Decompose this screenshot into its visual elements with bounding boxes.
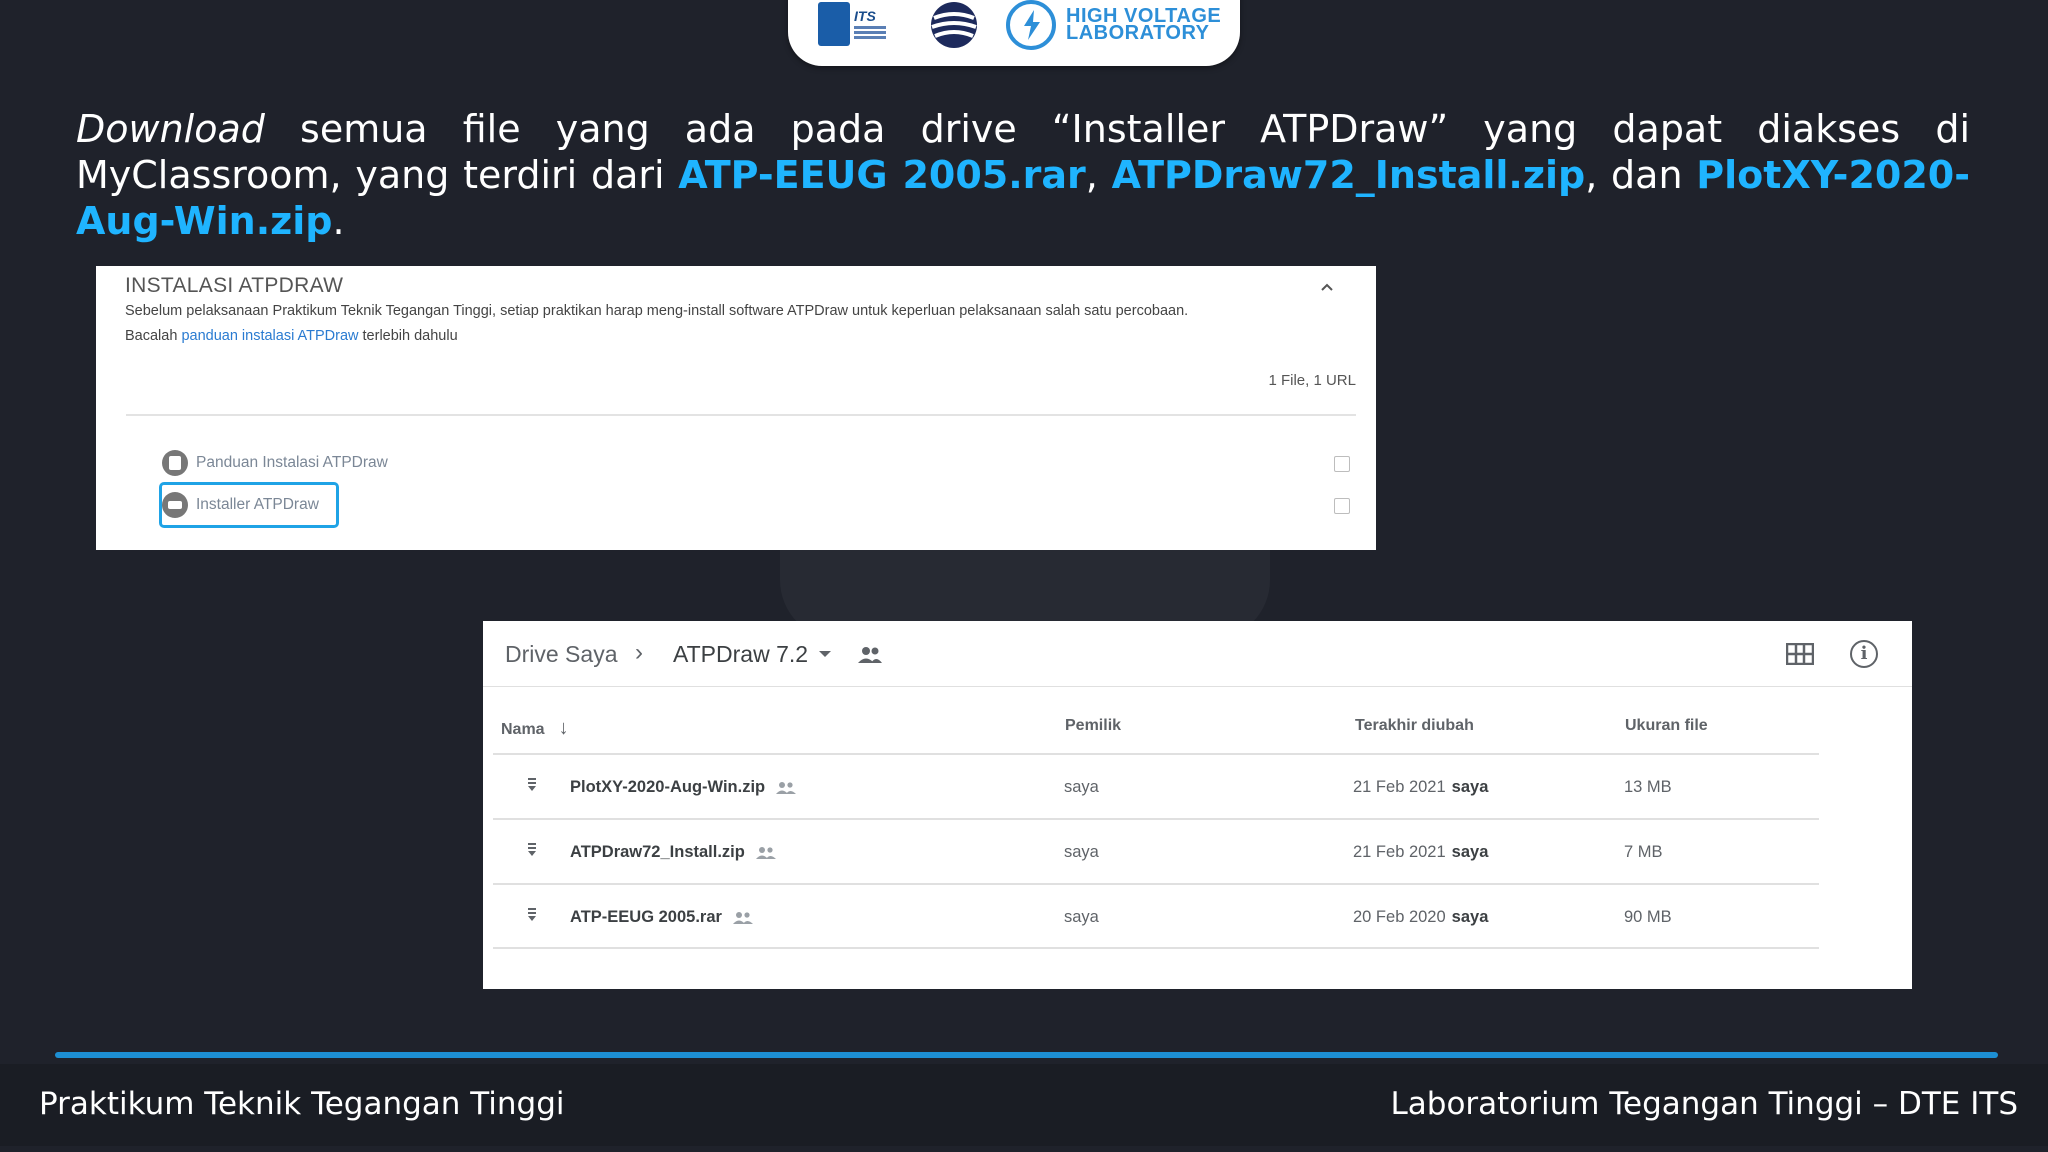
shared-icon (776, 781, 797, 794)
file-name: ATP-EEUG 2005.rar (570, 908, 722, 926)
footer-lab-name: Laboratorium Tegangan Tinggi – DTE ITS (1390, 1086, 2019, 1122)
completion-checkbox[interactable] (1334, 456, 1350, 472)
breadcrumb-root[interactable]: Drive Saya (505, 641, 617, 668)
globe-logo-icon (931, 2, 977, 48)
shared-icon (755, 846, 776, 859)
caret-down-icon[interactable] (819, 651, 831, 657)
shared-people-icon[interactable] (857, 645, 883, 665)
high-voltage-lab-logo: HIGH VOLTAGE LABORATORY (1006, 0, 1226, 50)
file-size: 7 MB (1624, 843, 1663, 861)
resource-item-guide[interactable]: Panduan Instalasi ATPDraw (162, 448, 388, 478)
file-row[interactable]: PlotXY-2020-Aug-Win.zip saya 21 Feb 2021… (483, 754, 1912, 818)
file-modified: 21 Feb 2021 saya (1353, 778, 1489, 796)
file-owner: saya (1064, 908, 1099, 926)
file-owner: saya (1064, 778, 1099, 796)
guide-link[interactable]: panduan instalasi ATPDraw (181, 328, 358, 344)
column-header-owner[interactable]: Pemilik (1065, 717, 1121, 735)
divider (126, 414, 1356, 416)
file-modified: 20 Feb 2020 saya (1353, 908, 1489, 926)
classroom-section-panel: INSTALASI ATPDRAW Sebelum pelaksanaan Pr… (96, 266, 1376, 550)
completion-checkbox[interactable] (1334, 498, 1350, 514)
file-name-atpdraw: ATPDraw72_Install.zip (1111, 153, 1586, 197)
resource-count: 1 File, 1 URL (1268, 372, 1356, 389)
file-size: 90 MB (1624, 908, 1672, 926)
file-name-atp-eeug: ATP-EEUG 2005.rar (678, 153, 1086, 197)
column-header-modified[interactable]: Terakhir diubah (1355, 717, 1474, 735)
logo-banner: ITS HIGH VOLTAGE LABORATORY (788, 0, 1240, 66)
section-description: Sebelum pelaksanaan Praktikum Teknik Teg… (125, 303, 1189, 319)
footer-accent-line (55, 1052, 1998, 1058)
section-title: INSTALASI ATPDRAW (125, 274, 344, 297)
file-icon (162, 450, 188, 476)
drive-toolbar: Drive Saya › ATPDraw 7.2 i (483, 621, 1912, 687)
section-description-guide: Bacalah panduan instalasi ATPDraw terleb… (125, 328, 458, 344)
divider (493, 947, 1819, 949)
sort-arrow-icon: ↓ (558, 717, 569, 739)
footer-course-title: Praktikum Teknik Tegangan Tinggi (39, 1086, 565, 1122)
chevron-up-icon[interactable] (1316, 276, 1338, 298)
column-header-name[interactable]: Nama ↓ (501, 717, 569, 740)
file-row[interactable]: ATP-EEUG 2005.rar saya 20 Feb 2020 saya 9… (483, 884, 1912, 948)
lightning-icon (1024, 10, 1040, 40)
grid-view-icon[interactable] (1786, 643, 1814, 665)
breadcrumb-separator-icon: › (635, 639, 643, 666)
shared-icon (732, 911, 753, 924)
zip-file-icon (528, 778, 536, 791)
instruction-text: Download semua file yang ada pada drive … (76, 107, 1970, 243)
its-logo: ITS (818, 0, 888, 50)
file-name: PlotXY-2020-Aug-Win.zip (570, 778, 766, 796)
file-owner: saya (1064, 843, 1099, 861)
zip-file-icon (528, 908, 536, 921)
file-name: ATPDraw72_Install.zip (570, 843, 745, 861)
zip-file-icon (528, 843, 536, 856)
file-modified: 21 Feb 2021 saya (1353, 843, 1489, 861)
drive-folder-panel: Drive Saya › ATPDraw 7.2 i Nama ↓ Pemilik… (483, 621, 1912, 989)
column-header-size[interactable]: Ukuran file (1625, 717, 1708, 735)
info-icon[interactable]: i (1850, 640, 1878, 668)
highlight-box (159, 482, 339, 528)
file-size: 13 MB (1624, 778, 1672, 796)
breadcrumb-folder[interactable]: ATPDraw 7.2 (673, 641, 808, 668)
file-row[interactable]: ATPDraw72_Install.zip saya 21 Feb 2021 sa… (483, 819, 1912, 883)
